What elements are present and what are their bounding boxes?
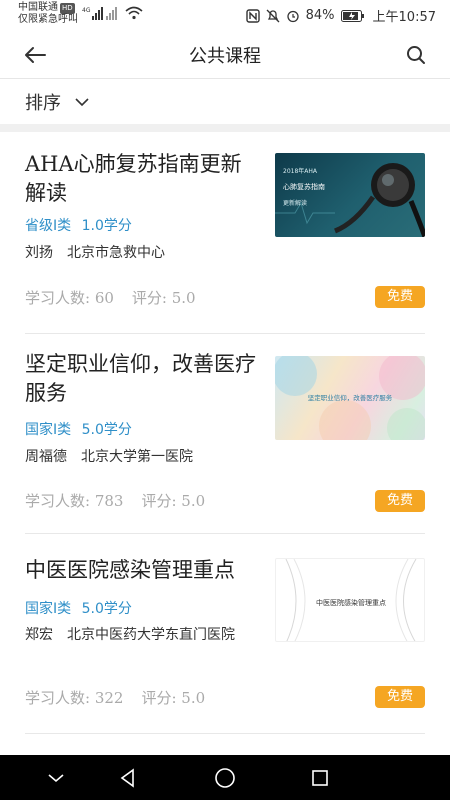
hide-nav-button[interactable]: [26, 755, 86, 800]
course-title: 中医医院感染管理重点: [25, 558, 235, 582]
back-button[interactable]: [20, 41, 50, 69]
signal-4g-icon: 4G: [82, 7, 103, 20]
status-bar: 中国联通 HD 仅限紧急呼叫 4G 84% 上午10:57: [0, 0, 450, 30]
institution-name: 北京中医药大学东直门医院: [67, 627, 235, 643]
course-level-label: 国家I类: [25, 601, 72, 617]
course-author: 郑宏 北京中医药大学东直门医院: [25, 626, 265, 645]
arrow-left-icon: [25, 47, 46, 63]
course-card[interactable]: 中医医院感染管理重点 国家I类 5.0学分 郑宏 北京中医药大学东直门医院 学习人…: [25, 534, 425, 734]
sort-label: 排序: [25, 93, 61, 114]
learner-count: 学习人数: 783: [25, 492, 124, 510]
course-credits: 5.0学分: [81, 601, 132, 617]
nav-home-button[interactable]: [195, 755, 255, 800]
carrier-name: 中国联通: [18, 2, 58, 13]
battery-charging-icon: [340, 9, 365, 22]
svg-text:坚定职业信仰，改善医疗服务: 坚定职业信仰，改善医疗服务: [308, 393, 393, 402]
course-credits: 5.0学分: [81, 422, 132, 438]
clock: 上午10:57: [372, 10, 436, 25]
learner-count: 学习人数: 60: [25, 289, 114, 307]
app-header: 公共课程: [0, 30, 450, 79]
circle-home-icon: [215, 767, 235, 788]
learner-count: 学习人数: 322: [25, 689, 124, 707]
square-recents-icon: [312, 769, 328, 786]
chevron-down-icon: [75, 97, 89, 107]
course-level: 省级I类 1.0学分: [25, 215, 132, 235]
course-thumbnail[interactable]: 坚定职业信仰，改善医疗服务: [275, 356, 425, 440]
free-badge: 免费: [375, 686, 425, 708]
alarm-icon: [286, 9, 300, 23]
course-level: 国家I类 5.0学分: [25, 419, 132, 439]
author-name: 刘扬: [25, 245, 53, 261]
battery-percent: 84%: [305, 8, 335, 23]
wifi-icon: [125, 6, 143, 20]
course-level-label: 国家I类: [25, 422, 72, 438]
abstract-lines-image: 中医医院感染管理重点: [285, 559, 417, 641]
status-right: 84% 上午10:57: [240, 6, 436, 25]
course-rating: 评分: 5.0: [131, 289, 196, 307]
course-author: 周福德 北京大学第一医院: [25, 448, 265, 467]
course-thumbnail[interactable]: 2018年AHA 心肺复苏指南 更新解读: [275, 153, 425, 237]
course-stats: 学习人数: 60 评分: 5.0: [25, 287, 196, 308]
svg-text:中医医院感染管理重点: 中医医院感染管理重点: [316, 598, 386, 607]
hd-badge: HD: [60, 3, 75, 14]
page-title: 公共课程: [189, 46, 261, 67]
course-rating: 评分: 5.0: [141, 492, 206, 510]
course-credits: 1.0学分: [81, 218, 132, 234]
nav-back-button[interactable]: [98, 755, 158, 800]
course-stats: 学习人数: 783 评分: 5.0: [25, 490, 205, 511]
section-divider: [0, 124, 450, 132]
course-thumbnail[interactable]: 中医医院感染管理重点: [275, 558, 425, 642]
course-title: AHA心肺复苏指南更新解读: [25, 152, 242, 205]
mute-icon: [266, 9, 280, 23]
triangle-back-icon: [120, 767, 134, 788]
author-name: 周福德: [25, 449, 67, 465]
institution-name: 北京大学第一医院: [81, 449, 193, 465]
course-card[interactable]: AHA心肺复苏指南更新解读 省级I类 1.0学分 刘扬 北京市急救中心 学习人数:…: [25, 134, 425, 334]
emergency-only-text: 仅限紧急呼叫: [18, 14, 78, 25]
signal-icon: [106, 7, 117, 20]
institution-name: 北京市急救中心: [67, 245, 165, 261]
svg-text:2018年AHA: 2018年AHA: [283, 167, 318, 175]
stethoscope-image: 2018年AHA 心肺复苏指南 更新解读: [275, 163, 425, 237]
search-button[interactable]: [402, 41, 430, 69]
chevron-down-icon: [48, 773, 64, 782]
course-card[interactable]: 坚定职业信仰，改善医疗服务 国家I类 5.0学分 周福德 北京大学第一医院 学习人…: [25, 334, 425, 534]
free-badge: 免费: [375, 490, 425, 512]
course-stats: 学习人数: 322 评分: 5.0: [25, 687, 205, 708]
search-icon: [407, 46, 425, 64]
svg-text:心肺复苏指南: 心肺复苏指南: [283, 182, 325, 191]
watercolor-image: 坚定职业信仰，改善医疗服务: [275, 356, 425, 440]
course-title: 坚定职业信仰，改善医疗服务: [25, 352, 256, 405]
course-level-label: 省级I类: [25, 218, 72, 234]
course-level: 国家I类 5.0学分: [25, 598, 132, 618]
author-name: 郑宏: [25, 627, 53, 643]
course-rating: 评分: 5.0: [141, 689, 206, 707]
nfc-icon: [245, 8, 260, 23]
system-navigation-bar: [0, 755, 450, 800]
carrier-info: 中国联通 HD 仅限紧急呼叫: [18, 2, 78, 25]
svg-text:4G: 4G: [82, 7, 91, 14]
course-author: 刘扬 北京市急救中心: [25, 244, 265, 263]
svg-text:更新解读: 更新解读: [283, 199, 307, 207]
free-badge: 免费: [375, 286, 425, 308]
sort-dropdown[interactable]: 排序: [0, 80, 450, 124]
nav-recents-button[interactable]: [290, 755, 350, 800]
